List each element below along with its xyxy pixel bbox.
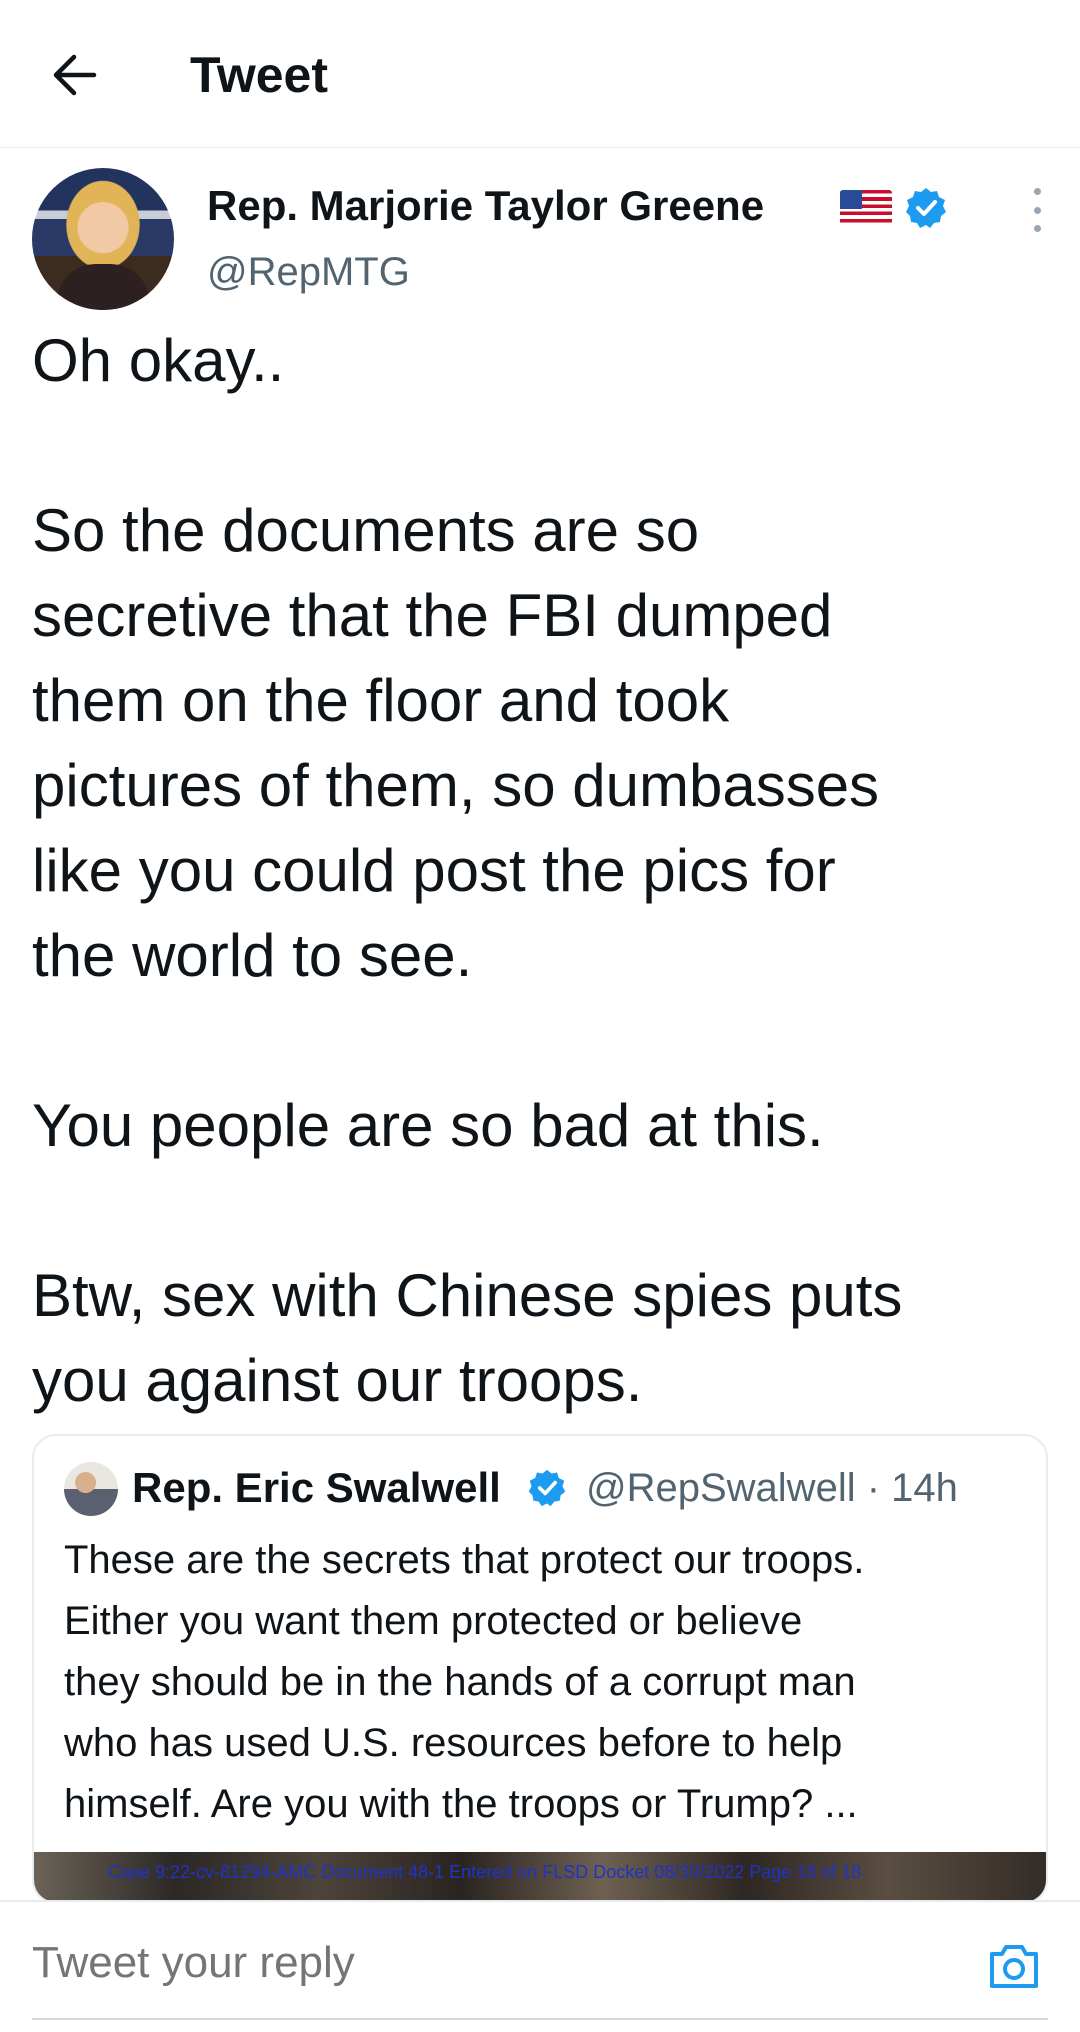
quoted-tweet-text: These are the secrets that protect our t… — [64, 1530, 1044, 1835]
camera-icon[interactable] — [986, 1938, 1042, 1994]
author-handle[interactable]: @RepMTG — [207, 246, 410, 298]
avatar[interactable] — [32, 168, 174, 310]
tweet-author-header: Rep. Marjorie Taylor Greene @RepMTG — [32, 168, 1048, 314]
media-document-caption: Case 9:22-cv-81294-AMC Document 48-1 Ent… — [108, 1862, 862, 1882]
reply-underline — [32, 2018, 1048, 2020]
top-bar: Tweet — [0, 0, 1080, 148]
more-dot-icon — [1033, 206, 1041, 214]
more-dot-icon — [1033, 188, 1041, 195]
more-dot-icon — [1033, 225, 1041, 232]
quoted-media-image[interactable]: Case 9:22-cv-81294-AMC Document 48-1 Ent… — [34, 1852, 1046, 1902]
arrow-left-icon — [53, 54, 97, 96]
tweet-text: Oh okay.. So the documents are so secret… — [32, 327, 903, 1414]
verified-badge-icon — [906, 188, 946, 228]
back-button[interactable] — [40, 44, 108, 106]
reply-input[interactable] — [32, 1928, 932, 1998]
author-display-name[interactable]: Rep. Marjorie Taylor Greene — [207, 178, 764, 234]
quoted-tweet-card[interactable]: Rep. Eric Swalwell @RepSwalwell · 14h Th… — [32, 1434, 1048, 1904]
quoted-author-handle: @RepSwalwell · 14h — [586, 1466, 958, 1510]
reply-bar — [0, 1900, 1080, 2032]
quoted-text-line: Either you want them protected or believ… — [64, 1599, 803, 1643]
quoted-avatar — [64, 1462, 118, 1516]
quoted-text-line: who has used U.S. resources before to he… — [64, 1721, 843, 1765]
quoted-text-line: they should be in the hands of a corrupt… — [64, 1660, 856, 1704]
us-flag-icon — [840, 190, 892, 226]
quoted-text-line: These are the secrets that protect our t… — [64, 1538, 865, 1582]
quoted-text-line: himself. Are you with the troops or Trum… — [64, 1782, 858, 1826]
quoted-author-name: Rep. Eric Swalwell — [132, 1464, 501, 1511]
more-options-button[interactable] — [1026, 188, 1048, 232]
page-title: Tweet — [190, 47, 328, 103]
verified-badge-icon — [528, 1469, 566, 1507]
